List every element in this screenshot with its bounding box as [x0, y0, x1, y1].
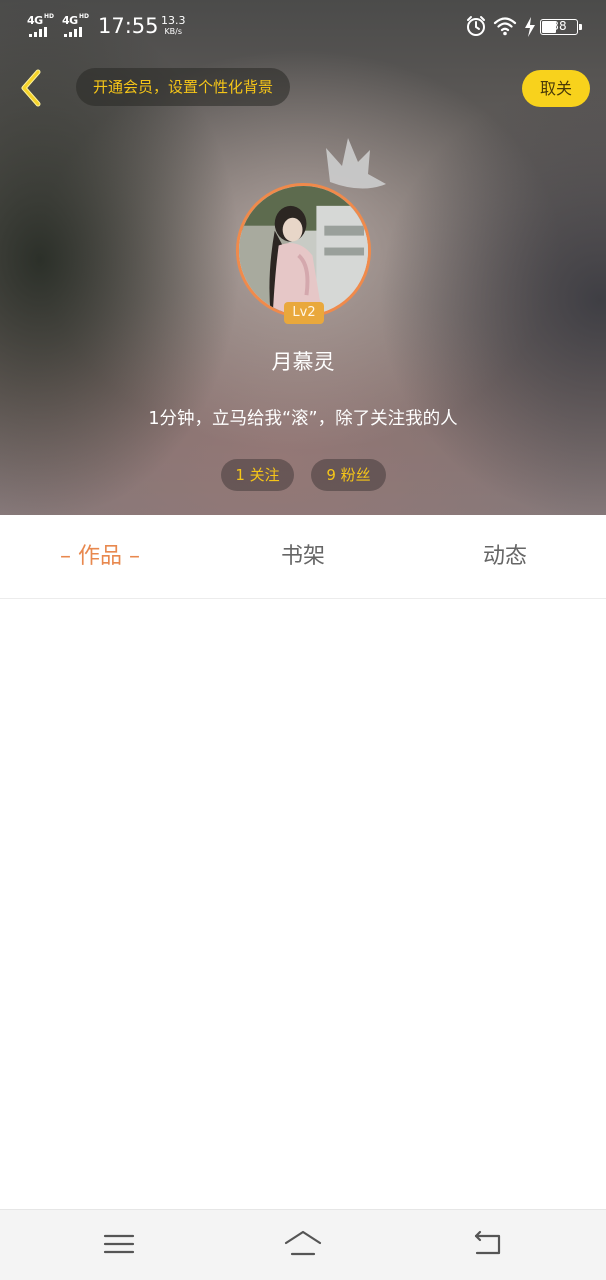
tab-content-area [0, 600, 606, 1208]
user-bio: 1分钟，立马给我“滚”，除了关注我的人 [148, 409, 458, 429]
battery-level: 38 [551, 19, 567, 33]
tab-works[interactable]: – 作品 – [40, 515, 160, 599]
home-icon[interactable] [283, 1226, 323, 1262]
network-type-1: 4G [27, 14, 43, 27]
unfollow-button[interactable]: 取关 [522, 70, 590, 107]
signal-bars-icon [29, 27, 51, 37]
back-icon[interactable] [468, 1226, 508, 1262]
profile-header: 4G HD 4G HD 17:55 13.3 KB/s 38 开通会员，设置个性… [0, 0, 606, 515]
wifi-icon [493, 17, 517, 36]
status-time: 17:55 [98, 14, 159, 38]
tab-works-label: 作品 [77, 544, 122, 569]
vip-background-banner[interactable]: 开通会员，设置个性化背景 [76, 68, 291, 106]
network-type-2: 4G [62, 14, 78, 27]
tab-activity[interactable]: 动态 [445, 515, 565, 599]
charging-icon [525, 17, 535, 37]
status-bar: 4G HD 4G HD 17:55 13.3 KB/s 38 [0, 0, 606, 54]
level-badge: Lv2 [284, 302, 324, 324]
following-count-button[interactable]: 1 关注 [221, 459, 294, 491]
tab-activity-label: 动态 [482, 544, 527, 569]
avatar-image [239, 186, 368, 315]
system-navigation-bar [0, 1209, 606, 1280]
avatar[interactable] [236, 183, 371, 318]
profile-tabs: – 作品 – 书架 动态 [0, 515, 606, 599]
username: 月慕灵 [271, 350, 335, 374]
menu-icon[interactable] [99, 1226, 139, 1262]
battery-icon: 38 [540, 19, 582, 35]
back-arrow-icon[interactable] [14, 66, 50, 110]
signal-bars-icon [64, 27, 86, 37]
network-speed-unit: KB/s [164, 27, 183, 36]
fans-count-button[interactable]: 9 粉丝 [311, 459, 386, 491]
network-speed: 13.3 KB/s [161, 15, 186, 37]
tab-bookshelf[interactable]: 书架 [243, 515, 363, 599]
alarm-icon [467, 16, 485, 36]
tab-active-dash-left: – [59, 544, 78, 569]
tab-bookshelf-label: 书架 [280, 544, 325, 569]
tab-active-dash-right: – [122, 544, 140, 569]
